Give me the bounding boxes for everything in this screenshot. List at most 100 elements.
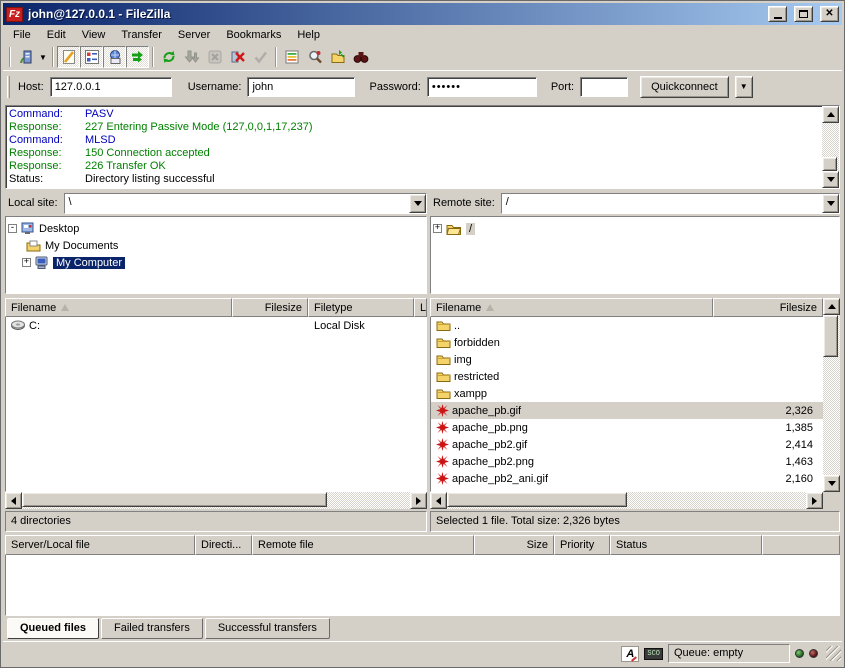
close-button[interactable]: ✕ xyxy=(820,6,839,22)
remote-file-row[interactable]: restricted xyxy=(431,368,823,385)
toggle-local-tree-button[interactable] xyxy=(80,46,103,68)
tab-successful-transfers[interactable]: Successful transfers xyxy=(205,618,330,639)
minimize-button[interactable] xyxy=(768,6,787,22)
tree-item-my-computer[interactable]: + My Computer xyxy=(22,254,424,271)
column-header-lastmodified[interactable]: L xyxy=(414,298,427,317)
menu-help[interactable]: Help xyxy=(289,27,328,43)
local-horizontal-scrollbar[interactable] xyxy=(5,492,427,509)
log-vertical-scrollbar[interactable] xyxy=(822,106,839,188)
tree-item-desktop[interactable]: - Desktop xyxy=(8,220,424,237)
remote-file-row[interactable]: xampp xyxy=(431,385,823,402)
site-manager-dropdown[interactable]: ▼ xyxy=(37,46,49,68)
column-header-remote-file[interactable]: Remote file xyxy=(252,535,474,555)
username-input[interactable] xyxy=(247,77,355,97)
scroll-up-button[interactable] xyxy=(822,106,839,123)
scroll-thumb[interactable] xyxy=(22,492,327,507)
local-tree[interactable]: - Desktop My Documents xyxy=(5,216,427,294)
directory-listing-filters-button[interactable] xyxy=(280,46,303,68)
tab-queued-files[interactable]: Queued files xyxy=(7,618,99,639)
column-header-filename[interactable]: Filename xyxy=(430,298,713,317)
column-header-priority[interactable]: Priority xyxy=(554,535,610,555)
reconnect-button[interactable] xyxy=(249,46,272,68)
host-input[interactable] xyxy=(50,77,172,97)
scroll-left-button[interactable] xyxy=(5,492,22,509)
scroll-left-button[interactable] xyxy=(430,492,447,509)
column-header-server-local-file[interactable]: Server/Local file xyxy=(5,535,195,555)
refresh-button[interactable] xyxy=(157,46,180,68)
scroll-thumb[interactable] xyxy=(822,157,837,171)
menu-file[interactable]: File xyxy=(5,27,39,43)
menu-transfer[interactable]: Transfer xyxy=(113,27,170,43)
menu-server[interactable]: Server xyxy=(170,27,218,43)
queue-list[interactable] xyxy=(5,555,840,616)
remote-file-row[interactable]: apache_pb.png 1,385 xyxy=(431,419,823,436)
column-header-filesize[interactable]: Filesize xyxy=(713,298,823,317)
remote-file-row[interactable]: apache_pb2.png 1,463 xyxy=(431,453,823,470)
remote-site-combobox[interactable]: / xyxy=(501,193,840,214)
scroll-thumb[interactable] xyxy=(823,315,838,357)
remote-file-row[interactable]: apache_pb2_ani.gif 2,160 xyxy=(431,470,823,487)
scroll-right-button[interactable] xyxy=(806,492,823,509)
maximize-button[interactable] xyxy=(794,6,813,22)
disconnect-button[interactable] xyxy=(226,46,249,68)
tree-item-my-documents[interactable]: My Documents xyxy=(26,237,424,254)
toggle-transfer-queue-button[interactable] xyxy=(126,46,149,68)
local-file-row[interactable]: C: Local Disk xyxy=(6,317,426,334)
port-input[interactable] xyxy=(580,77,628,97)
menu-bookmarks[interactable]: Bookmarks xyxy=(218,27,289,43)
remote-file-list[interactable]: .. forbidden xyxy=(430,317,823,492)
expand-icon[interactable]: + xyxy=(433,224,442,233)
find-files-button[interactable] xyxy=(349,46,372,68)
column-header-filesize[interactable]: Filesize xyxy=(232,298,308,317)
column-header-direction[interactable]: Directi... xyxy=(195,535,252,555)
local-site-combobox[interactable]: \ xyxy=(64,193,427,214)
tree-item-label: Desktop xyxy=(39,223,79,235)
remote-file-row[interactable]: .. xyxy=(431,317,823,334)
chevron-down-icon[interactable] xyxy=(822,194,839,213)
message-log[interactable]: Command:PASV Response:227 Entering Passi… xyxy=(5,105,840,189)
scroll-up-button[interactable] xyxy=(823,298,840,315)
password-input[interactable] xyxy=(427,77,537,97)
local-site-value[interactable]: \ xyxy=(65,194,409,213)
synchronized-browsing-button[interactable] xyxy=(326,46,349,68)
transfer-type-indicator-icon[interactable]: A xyxy=(621,646,639,662)
menu-edit[interactable]: Edit xyxy=(39,27,74,43)
scroll-down-button[interactable] xyxy=(822,171,839,188)
column-header-filename[interactable]: Filename xyxy=(5,298,232,317)
tree-item-root[interactable]: + / xyxy=(433,220,837,237)
collapse-icon[interactable]: - xyxy=(8,224,17,233)
scroll-down-button[interactable] xyxy=(823,475,840,492)
scroll-right-button[interactable] xyxy=(410,492,427,509)
remote-file-row[interactable]: img xyxy=(431,351,823,368)
local-file-list[interactable]: C: Local Disk xyxy=(5,317,427,492)
quickconnect-dropdown[interactable]: ▼ xyxy=(735,76,753,98)
column-header-size[interactable]: Size xyxy=(474,535,554,555)
toggle-remote-tree-button[interactable] xyxy=(103,46,126,68)
column-header-status[interactable]: Status xyxy=(610,535,762,555)
expand-icon[interactable]: + xyxy=(22,258,31,267)
tab-failed-transfers[interactable]: Failed transfers xyxy=(101,618,203,639)
status-indicator-badge[interactable]: SCO xyxy=(644,648,663,660)
remote-horizontal-scrollbar[interactable] xyxy=(430,492,823,509)
remote-file-row[interactable]: apache_pb2.gif 2,414 xyxy=(431,436,823,453)
remote-file-row[interactable]: forbidden xyxy=(431,334,823,351)
remote-site-value[interactable]: / xyxy=(502,194,822,213)
site-manager-button[interactable] xyxy=(14,46,37,68)
cancel-operation-button[interactable] xyxy=(203,46,226,68)
filter-icon xyxy=(284,49,300,65)
title-bar[interactable]: Fz john@127.0.0.1 - FileZilla ✕ xyxy=(3,3,842,25)
directory-comparison-button[interactable] xyxy=(303,46,326,68)
folder-icon xyxy=(436,337,451,348)
remote-tree[interactable]: + / xyxy=(430,216,840,294)
remote-file-row-selected[interactable]: apache_pb.gif 2,326 xyxy=(431,402,823,419)
column-header-filetype[interactable]: Filetype xyxy=(308,298,414,317)
process-queue-button[interactable] xyxy=(180,46,203,68)
menu-view[interactable]: View xyxy=(74,27,114,43)
resize-grip[interactable] xyxy=(826,646,841,661)
quickconnect-button[interactable]: Quickconnect xyxy=(640,76,729,98)
chevron-down-icon[interactable] xyxy=(409,194,426,213)
toggle-message-log-button[interactable] xyxy=(57,46,80,68)
remote-site-bar: Remote site: / xyxy=(430,192,840,214)
remote-vertical-scrollbar[interactable] xyxy=(823,298,840,509)
scroll-thumb[interactable] xyxy=(447,492,627,507)
